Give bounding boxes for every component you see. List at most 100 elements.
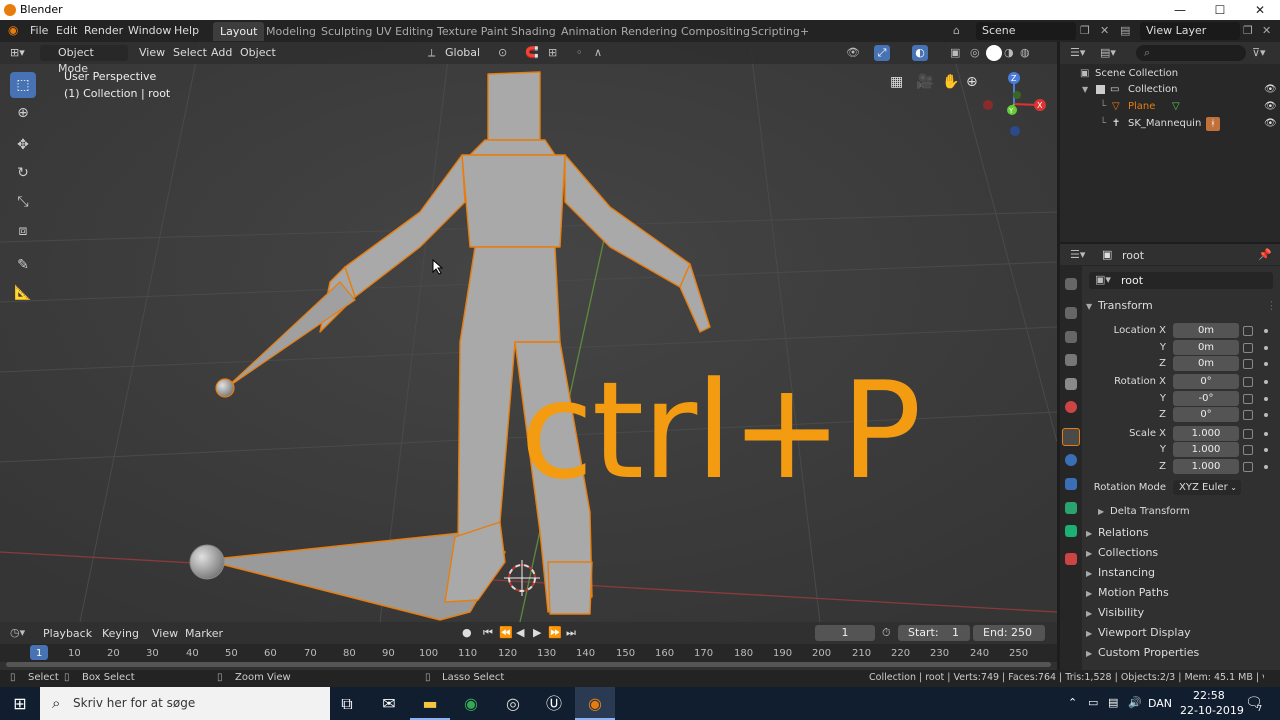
end-frame-field[interactable]: End: 250 <box>973 625 1045 641</box>
editor-type-icon[interactable]: ⊞▾ <box>10 45 25 61</box>
scale-x-field[interactable]: 1.000 <box>1173 426 1239 441</box>
menu-select[interactable]: Select <box>173 45 207 61</box>
scene-icon[interactable]: ⌂ <box>953 24 960 37</box>
marker-menu[interactable]: Marker <box>185 627 223 640</box>
menu-object[interactable]: Object <box>240 45 276 61</box>
texture-tab-icon[interactable] <box>1065 553 1077 565</box>
transform-tool-icon[interactable]: ⧈ <box>10 218 36 244</box>
object-name-field[interactable]: ▣▾ root <box>1089 272 1273 289</box>
obs-icon[interactable]: ◎ <box>493 687 533 720</box>
keyframe-dot-icon[interactable] <box>1264 397 1268 401</box>
motion-paths-panel[interactable]: ▶ Motion Paths <box>1086 584 1276 602</box>
snap-target-icon[interactable]: ⊞ <box>548 45 557 61</box>
new-scene-icon[interactable]: ❐ <box>1080 24 1090 37</box>
lock-icon[interactable] <box>1243 394 1253 404</box>
outliner-editor-type-icon[interactable]: ☰▾ <box>1070 46 1085 59</box>
checkbox-icon[interactable] <box>1096 85 1105 94</box>
taskbar-search-box[interactable]: ⌕ Skriv her for at søge <box>40 687 330 720</box>
mail-icon[interactable]: ✉ <box>369 687 409 720</box>
tool-tab-icon[interactable] <box>1065 278 1077 290</box>
render-tab-icon[interactable] <box>1065 307 1077 319</box>
physics-tab-icon[interactable] <box>1065 478 1077 490</box>
wireframe-shading-icon[interactable]: ◎ <box>970 45 980 61</box>
pin-icon[interactable]: 📌 <box>1258 248 1272 261</box>
object-data-tab-icon[interactable] <box>1065 525 1077 537</box>
rotation-x-field[interactable]: 0° <box>1173 374 1239 389</box>
gizmo-toggle-icon[interactable]: ⤢ <box>874 45 890 61</box>
clock-time[interactable]: 22:58 <box>1193 689 1225 702</box>
lock-icon[interactable] <box>1243 410 1253 420</box>
keyframe-dot-icon[interactable] <box>1264 380 1268 384</box>
viewport-display-panel[interactable]: ▶ Viewport Display <box>1086 624 1276 642</box>
object-constraint-tab-icon[interactable] <box>1065 502 1077 514</box>
world-tab-icon[interactable] <box>1065 401 1077 413</box>
visibility-eye-icon[interactable]: 👁 <box>1264 115 1277 132</box>
zoom-icon[interactable]: ⊕ <box>966 74 978 90</box>
lock-icon[interactable] <box>1243 462 1253 472</box>
menu-edit[interactable]: Edit <box>56 24 77 37</box>
lock-icon[interactable] <box>1243 359 1253 369</box>
chrome-icon[interactable]: ◉ <box>451 687 491 720</box>
keyframe-dot-icon[interactable] <box>1264 432 1268 436</box>
menu-help[interactable]: Help <box>174 24 199 37</box>
jump-keyframe-back-button[interactable]: ⏪ <box>499 626 513 639</box>
orientation-selector[interactable]: Global <box>445 45 480 61</box>
view-layer-icon[interactable]: ▤ <box>1120 24 1130 37</box>
navigation-gizmo[interactable]: Z X Y <box>978 68 1052 142</box>
play-reverse-button[interactable]: ◀ <box>516 626 524 639</box>
lock-icon[interactable] <box>1243 343 1253 353</box>
timeline-view-menu[interactable]: View <box>152 627 178 640</box>
unreal-engine-icon[interactable]: Ⓤ <box>534 687 574 720</box>
snap-icon[interactable]: 🧲 <box>525 45 539 61</box>
tray-chevron-icon[interactable]: ⌃ <box>1068 696 1077 709</box>
rotation-mode-select[interactable]: XYZ Euler ⌄ <box>1173 480 1241 495</box>
solid-shading-icon[interactable] <box>986 45 1002 61</box>
drag-handle-icon[interactable]: ⋮ <box>1266 297 1277 315</box>
keyframe-dot-icon[interactable] <box>1264 346 1268 350</box>
visibility-eye-icon[interactable]: 👁 <box>1264 98 1277 115</box>
keyframe-dot-icon[interactable] <box>1264 448 1268 452</box>
xray-icon[interactable]: ▣ <box>950 45 960 61</box>
scene-tab-icon[interactable] <box>1065 378 1077 390</box>
visibility-icon[interactable]: 👁 <box>846 45 860 61</box>
annotate-tool-icon[interactable]: ✎ <box>10 252 36 278</box>
outliner-search-input[interactable]: ⌕ <box>1136 45 1246 61</box>
cursor-tool-icon[interactable]: ⊕ <box>10 100 36 126</box>
collections-panel[interactable]: ▶ Collections <box>1086 544 1276 562</box>
view-layer-selector[interactable]: View Layer <box>1140 22 1240 40</box>
file-explorer-icon[interactable]: ▬ <box>410 687 450 720</box>
keyframe-dot-icon[interactable] <box>1264 465 1268 469</box>
blender-menu-icon[interactable]: ◉ <box>8 23 18 37</box>
tab-texture-paint[interactable]: Texture Paint <box>430 22 515 41</box>
scale-tool-icon[interactable]: ⤡ <box>10 189 36 215</box>
material-shading-icon[interactable]: ◑ <box>1004 45 1014 61</box>
overlay-toggle-icon[interactable]: ◐ <box>912 45 928 61</box>
clock-date[interactable]: 22-10-2019 <box>1180 704 1244 717</box>
view-layer-tab-icon[interactable] <box>1065 354 1077 366</box>
windows-start-icon[interactable]: ⊞ <box>0 687 40 720</box>
tab-layout[interactable]: Layout <box>213 22 265 41</box>
modifiers-tab-icon[interactable] <box>1065 454 1077 466</box>
network-icon[interactable]: ▤ <box>1108 696 1118 709</box>
timeline-scrollbar[interactable] <box>6 662 1051 667</box>
rotation-y-field[interactable]: -0° <box>1173 391 1239 406</box>
properties-editor-type-icon[interactable]: ☰▾ <box>1070 248 1085 261</box>
lock-icon[interactable] <box>1243 326 1253 336</box>
menu-render[interactable]: Render <box>84 24 123 37</box>
stopwatch-icon[interactable]: ⏱ <box>882 626 891 640</box>
expand-icon[interactable]: ▼ <box>1082 81 1088 98</box>
new-view-layer-icon[interactable]: ❐ <box>1243 24 1253 37</box>
rotate-tool-icon[interactable]: ↻ <box>10 160 36 186</box>
record-button[interactable]: ● <box>462 626 472 639</box>
lock-icon[interactable] <box>1243 377 1253 387</box>
task-view-icon[interactable]: ⧉ <box>327 687 367 720</box>
delta-transform-subpanel[interactable]: ▶ Delta Transform <box>1098 503 1280 521</box>
instancing-panel[interactable]: ▶ Instancing <box>1086 564 1276 582</box>
custom-properties-panel[interactable]: ▶ Custom Properties <box>1086 644 1276 662</box>
toggle-camera-grid-icon[interactable]: ▦ <box>890 74 903 90</box>
lock-icon[interactable] <box>1243 445 1253 455</box>
proportional-edit-icon[interactable]: ◦ <box>576 45 583 61</box>
language-indicator[interactable]: DAN <box>1148 697 1172 710</box>
visibility-eye-icon[interactable]: 👁 <box>1264 81 1277 98</box>
move-tool-icon[interactable]: ✥ <box>10 132 36 158</box>
